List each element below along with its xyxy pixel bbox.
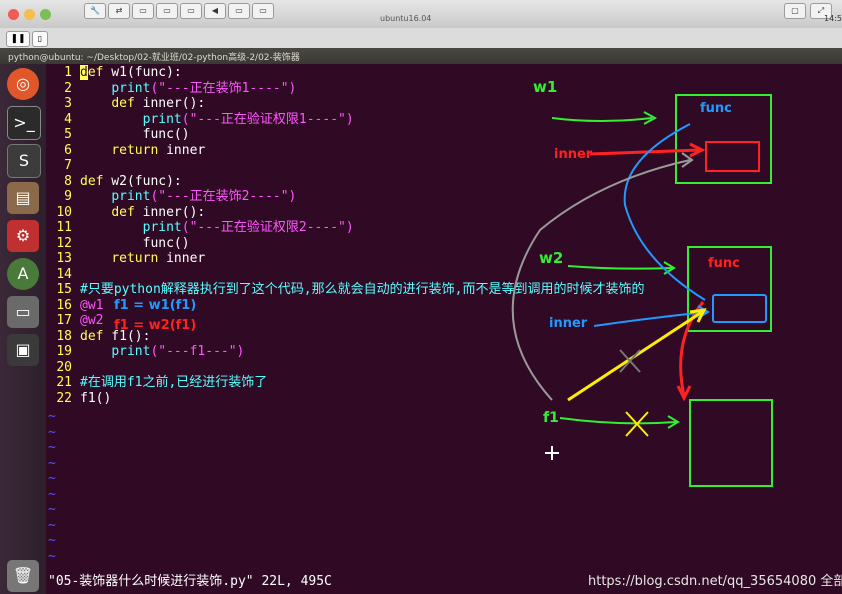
- label-inner-blue: inner: [549, 316, 588, 331]
- label-f1-w1: f1 = w1(f1): [114, 298, 196, 313]
- label-inner-red: inner: [554, 147, 593, 162]
- box-inner-red: [705, 141, 760, 172]
- box-f1-original: [689, 399, 773, 487]
- label-func-top: func: [700, 101, 732, 116]
- arrow-f1-grey: [511, 159, 691, 401]
- box-inner-blue: [712, 294, 767, 323]
- label-f1: f1: [543, 410, 559, 426]
- label-w1: w1: [533, 78, 557, 96]
- mouse-cursor-icon: [545, 446, 559, 460]
- arrow-w2: [567, 265, 673, 270]
- label-f1-w2: f1 = w2(f1): [114, 318, 196, 333]
- cross-grey: [619, 349, 641, 373]
- label-func-mid: func: [708, 256, 740, 271]
- annotation-overlay: w1 func inner w2 func inner f1 f1 = w1(f…: [114, 78, 773, 487]
- label-w2: w2: [539, 249, 563, 267]
- arrow-f1: [559, 417, 677, 425]
- arrow-w1: [551, 117, 653, 122]
